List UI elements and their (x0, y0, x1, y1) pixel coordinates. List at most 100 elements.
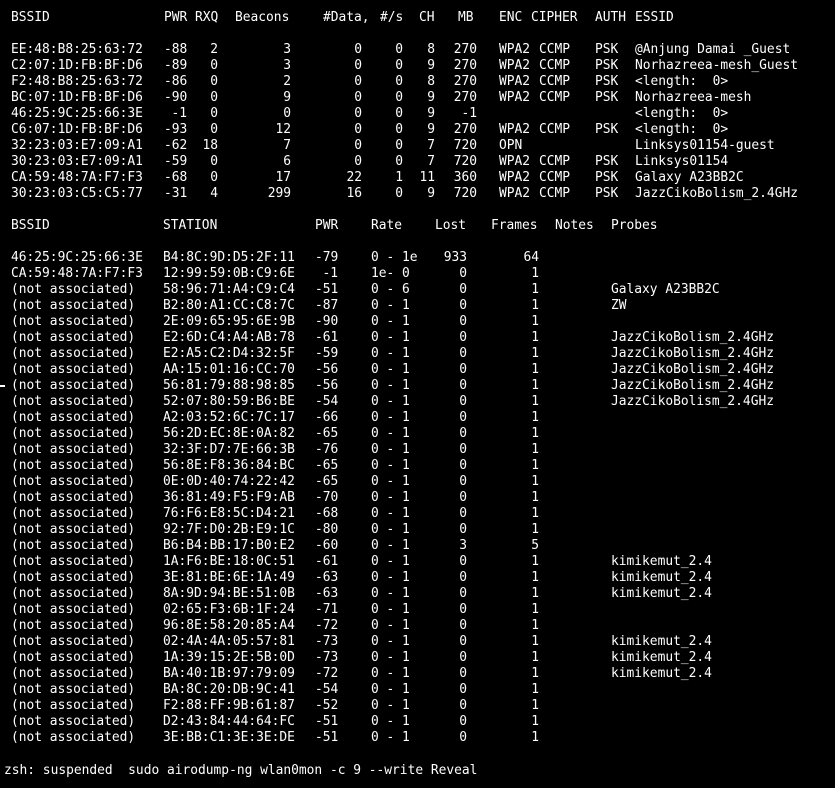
ap-cell-bssid: 32:23:03:E7:09:A1 (11, 138, 143, 153)
station-header-rate: Rate (371, 218, 403, 233)
shell-status-line[interactable]: zsh: suspended sudo airodump-ng wlan0mon… (4, 763, 477, 779)
station-cell-lost: 0 (459, 282, 467, 297)
ap-cell-ch: 9 (427, 90, 435, 105)
station-cell-rate: 0 - 1 (371, 298, 410, 313)
station-cell-lost: 0 (459, 266, 467, 281)
ap-cell-cipher: CCMP (539, 58, 571, 73)
ap-cell-enc: WPA2 (499, 186, 531, 201)
station-cell-station: D2:43:84:44:64:FC (163, 714, 295, 729)
ap-cell-auth: PSK (595, 154, 619, 169)
ap-cell-pwr: -93 (164, 122, 188, 137)
station-cell-frames: 1 (531, 682, 539, 697)
station-cell-frames: 1 (531, 698, 539, 713)
ap-cell-cipher: CCMP (539, 186, 571, 201)
station-cell-frames: 1 (531, 426, 539, 441)
ap-cell-data: 22 (346, 170, 362, 185)
station-cell-pwr: -76 (315, 442, 339, 457)
station-cell-bssid: (not associated) (11, 730, 136, 745)
ap-cell-pwr: -68 (164, 170, 188, 185)
station-cell-rate: 0 - 1 (371, 730, 410, 745)
station-cell-rate: 0 - 1 (371, 330, 410, 345)
ap-cell-ch: 9 (427, 58, 435, 73)
ap-cell-bssid: BC:07:1D:FB:BF:D6 (11, 90, 143, 105)
station-cell-frames: 1 (531, 314, 539, 329)
station-cell-frames: 1 (531, 458, 539, 473)
station-table-row: (not associated) 58:96:71:A4:C9:C4 -51 0 - … (0, 282, 835, 298)
ap-cell-data: 0 (354, 122, 362, 137)
ap-cell-bssid: 46:25:9C:25:66:3E (11, 106, 143, 121)
ap-cell-essid: <length: 0> (635, 106, 729, 121)
station-table-row: (not associated) F2:88:FF:9B:61:87 -52 0 - … (0, 698, 835, 714)
station-cell-probes: JazzCikoBolism_2.4GHz (611, 394, 774, 409)
station-cell-rate: 0 - 1 (371, 522, 410, 537)
station-cell-rate: 0 - 1 (371, 346, 410, 361)
ap-cell-rxq: 0 (210, 74, 218, 89)
station-cell-station: 92:7F:D0:2B:E9:1C (163, 522, 295, 537)
station-cell-bssid: (not associated) (11, 330, 136, 345)
ap-header-ch: CH (419, 10, 435, 25)
station-cell-pwr: -71 (315, 602, 339, 617)
station-cell-lost: 0 (459, 378, 467, 393)
station-cell-lost: 0 (459, 650, 467, 665)
station-table-row: (not associated) 1A:39:15:2E:5B:0D -73 0 - … (0, 650, 835, 666)
station-cell-frames: 1 (531, 442, 539, 457)
station-cell-rate: 0 - 1 (371, 554, 410, 569)
station-cell-lost: 0 (459, 346, 467, 361)
station-cell-lost: 0 (459, 506, 467, 521)
station-cell-frames: 1 (531, 490, 539, 505)
station-cell-frames: 1 (531, 378, 539, 393)
ap-cell-essid: Linksys01154-guest (635, 138, 775, 153)
station-cell-rate: 0 - 1 (371, 378, 410, 393)
station-table-header: BSSID STATION PWR Rate Lost Frames Notes… (0, 218, 835, 234)
ap-cell-essid: Linksys01154 (635, 154, 729, 169)
terminal-window[interactable]: BSSID PWR RXQ Beacons #Data, #/s CH MB E… (0, 0, 835, 788)
ap-cell-per-s: 0 (395, 106, 403, 121)
ap-cell-data: 0 (354, 138, 362, 153)
ap-table-row: BC:07:1D:FB:BF:D6 -90 0 9 0 0 9 270 WPA2 CCMP PSK N… (0, 90, 835, 106)
station-cell-probes: JazzCikoBolism_2.4GHz (611, 330, 774, 345)
station-cell-station: E2:6D:C4:A4:AB:78 (163, 330, 295, 345)
ap-cell-enc: WPA2 (499, 154, 531, 169)
station-cell-frames: 1 (531, 634, 539, 649)
station-cell-lost: 3 (459, 538, 467, 553)
ap-cell-bssid: CA:59:48:7A:F7:F3 (11, 170, 143, 185)
ap-cell-essid: @Anjung Damai _Guest (635, 42, 791, 57)
ap-table-row: 32:23:03:E7:09:A1 -62 18 7 0 0 7 720 OPN Linksys0… (0, 138, 835, 154)
station-cell-lost: 0 (459, 618, 467, 633)
ap-table-row: 46:25:9C:25:66:3E -1 0 0 0 0 9 -1 <length: 0> (0, 106, 835, 122)
ap-cell-pwr: -90 (164, 90, 188, 105)
station-cell-rate: 0 - 1 (371, 410, 410, 425)
ap-cell-per-s: 0 (395, 122, 403, 137)
station-cell-bssid: (not associated) (11, 618, 136, 633)
station-cell-lost: 0 (459, 698, 467, 713)
station-cell-bssid: (not associated) (11, 282, 136, 297)
station-table-row: (not associated) E2:A5:C2:D4:32:5F -59 0 - … (0, 346, 835, 362)
ap-cell-auth: PSK (595, 90, 619, 105)
station-cell-frames: 1 (531, 730, 539, 745)
station-table-row: (not associated) 3E:81:BE:6E:1A:49 -63 0 - … (0, 570, 835, 586)
station-cell-lost: 0 (459, 634, 467, 649)
ap-cell-ch: 9 (427, 106, 435, 121)
station-cell-frames: 1 (531, 714, 539, 729)
ap-cell-data: 0 (354, 58, 362, 73)
station-cell-pwr: -54 (315, 394, 339, 409)
station-cell-bssid: (not associated) (11, 378, 136, 393)
station-cell-station: 96:8E:58:20:85:A4 (163, 618, 295, 633)
ap-cell-rxq: 2 (210, 42, 218, 57)
ap-cell-ch: 7 (427, 154, 435, 169)
ap-cell-pwr: -1 (171, 106, 187, 121)
station-cell-rate: 0 - 1 (371, 474, 410, 489)
station-cell-rate: 0 - 1 (371, 426, 410, 441)
station-cell-pwr: -60 (315, 538, 339, 553)
ap-cell-beacons: 17 (275, 170, 291, 185)
station-table-row: (not associated) B6:B4:BB:17:B0:E2 -60 0 - … (0, 538, 835, 554)
ap-cell-cipher: CCMP (539, 74, 571, 89)
station-cell-rate: 0 - 1 (371, 490, 410, 505)
station-cell-lost: 0 (459, 666, 467, 681)
ap-cell-data: 0 (354, 154, 362, 169)
ap-cell-rxq: 0 (210, 170, 218, 185)
station-cell-frames: 1 (531, 474, 539, 489)
station-cell-bssid: 46:25:9C:25:66:3E (11, 250, 143, 265)
station-cell-lost: 0 (459, 522, 467, 537)
ap-cell-pwr: -59 (164, 154, 188, 169)
